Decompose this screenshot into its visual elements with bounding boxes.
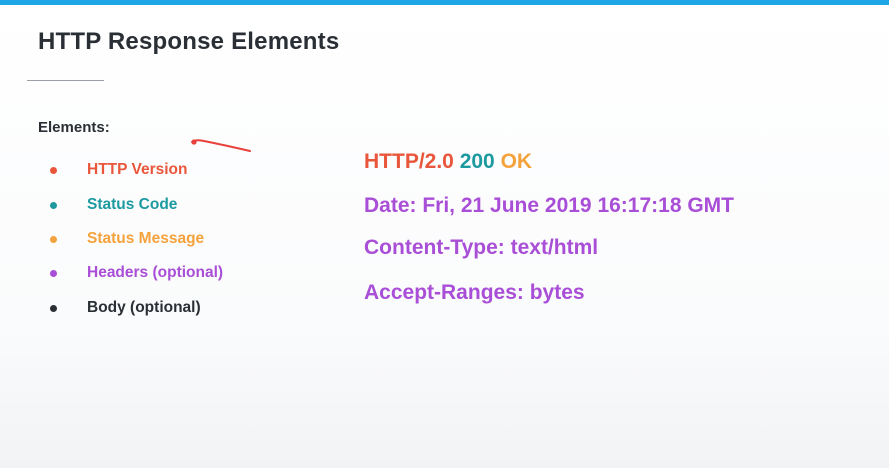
elements-label: Elements: xyxy=(38,119,110,136)
slide: HTTP Response Elements Elements: HTTP Ve… xyxy=(0,0,889,468)
response-status-message: OK xyxy=(500,150,533,173)
response-header-accept-ranges: Accept-Ranges: bytes xyxy=(364,281,585,304)
response-version: HTTP/2.0 xyxy=(364,150,454,173)
list-item-label: Status Message xyxy=(87,230,205,247)
response-status-line: HTTP/2.0 200 OK xyxy=(364,150,532,174)
title-underline xyxy=(27,80,104,81)
top-accent-bar xyxy=(0,0,889,5)
list-item-label: Status Code xyxy=(87,196,178,213)
list-item-label: Body (optional) xyxy=(87,299,201,316)
response-status-code: 200 xyxy=(459,150,495,173)
bullet-icon xyxy=(50,236,57,243)
response-header-date: Date: Fri, 21 June 2019 16:17:18 GMT xyxy=(364,194,734,217)
list-item-label: HTTP Version xyxy=(87,161,188,178)
pen-annotation-stroke xyxy=(191,139,251,152)
list-item-label: Headers (optional) xyxy=(87,264,224,281)
bullet-icon xyxy=(50,167,57,174)
bullet-icon xyxy=(50,202,57,209)
slide-title: HTTP Response Elements xyxy=(38,28,340,55)
bullet-icon xyxy=(50,305,57,312)
bullet-icon xyxy=(50,270,57,277)
response-header-content-type: Content-Type: text/html xyxy=(364,236,599,259)
